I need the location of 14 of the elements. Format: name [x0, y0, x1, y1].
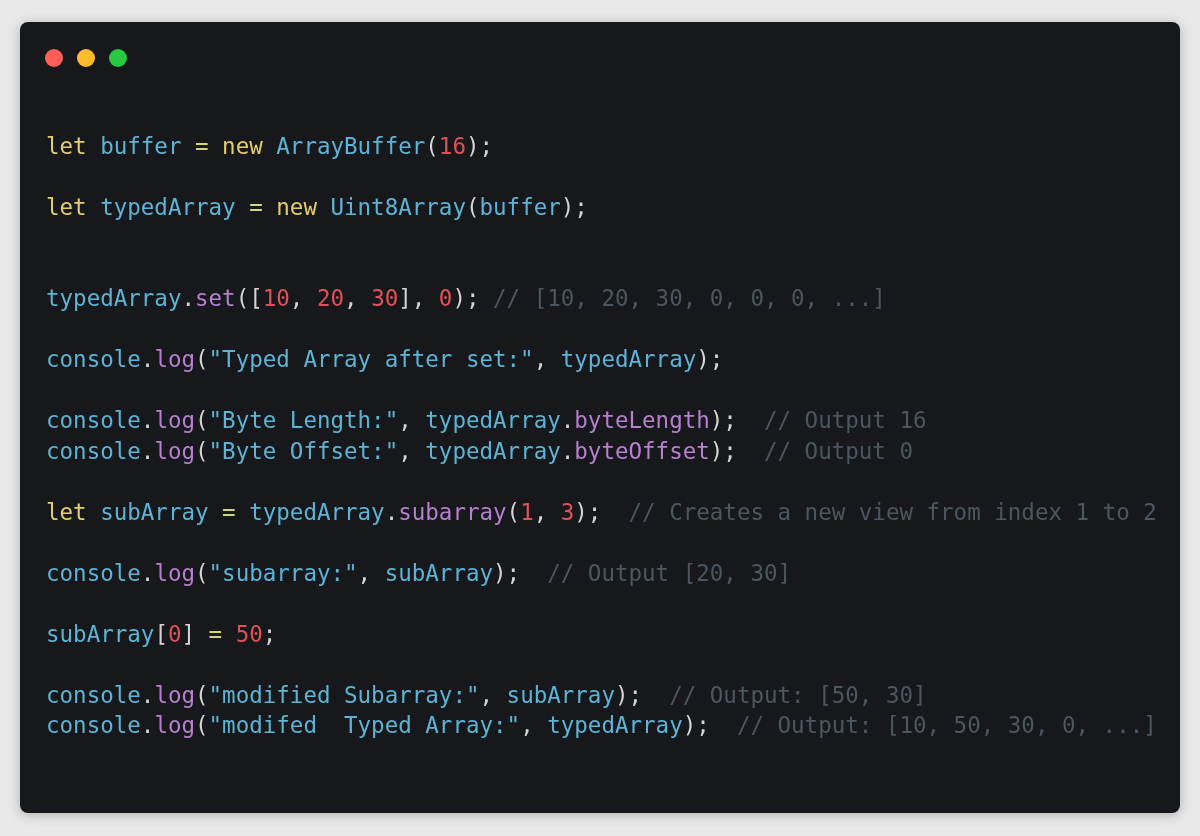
code-line: let typedArray = new Uint8Array(buffer);: [46, 193, 588, 220]
code-line: subArray[0] = 50;: [46, 620, 277, 647]
window-control-button[interactable]: [45, 49, 63, 67]
code-line: let subArray = typedArray.subarray(1, 3); // Creates a new view from index 1 to 2: [46, 498, 1157, 525]
code-line: typedArray.set([10, 20, 30], 0); // [10, 20, 30, 0, 0, 0, ...]: [46, 285, 886, 311]
code-line: console.log("Byte Length:", typedArray.byteLength); // Output 16: [46, 407, 927, 433]
window-control-button[interactable]: [109, 49, 127, 67]
code-line: let buffer = new ArrayBuffer(16);: [46, 132, 494, 159]
code-line: console.log("Typed Array after set:", typedArray);: [46, 346, 724, 372]
code-line: console.log("modified Subarray:", subArray); // Output: [50, 30]: [46, 681, 927, 708]
code-line: console.log("modifed Typed Array:", typedArray); // Output: [10, 50, 30, 0, ...]: [46, 712, 1157, 738]
window-control-button[interactable]: [77, 49, 95, 67]
code-line: console.log("Byte Offset:", typedArray.byteOffset); // Output 0: [46, 437, 913, 464]
code-line: console.log("subarray:", subArray); // Output [20, 30]: [46, 559, 792, 586]
